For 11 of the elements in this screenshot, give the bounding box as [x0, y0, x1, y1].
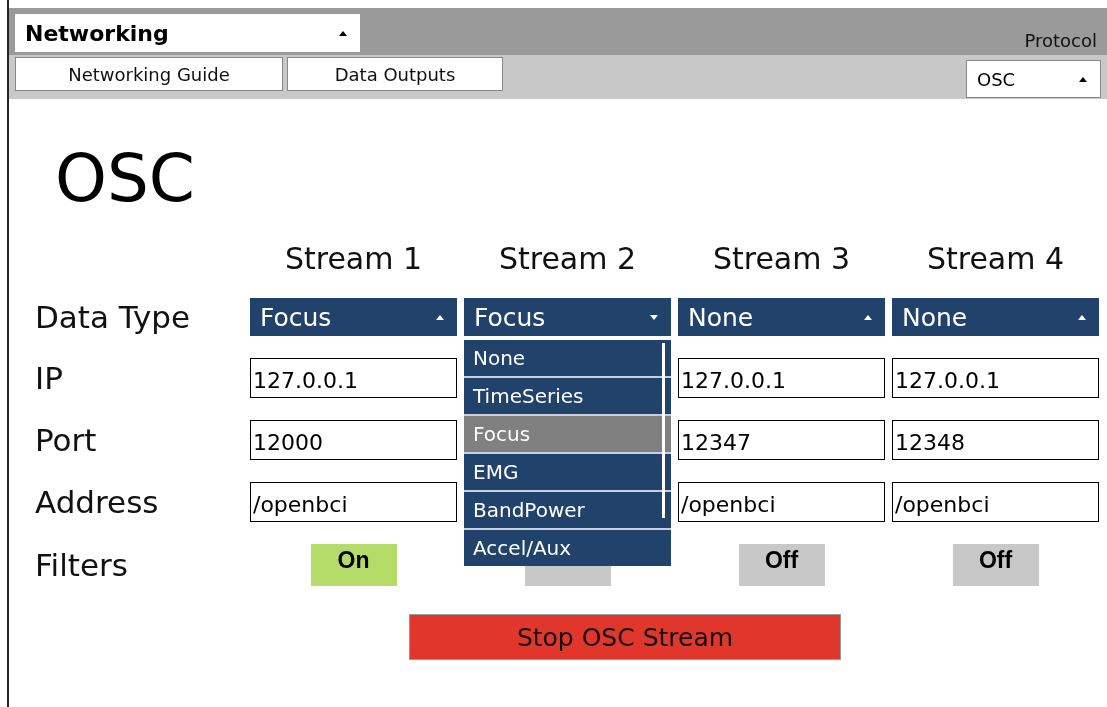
page-title: OSC — [55, 139, 195, 219]
row-label: Filters — [35, 547, 128, 583]
stream-heading: Stream 4 — [926, 241, 1065, 276]
row-label: IP — [35, 360, 63, 396]
row-label: Data Type — [35, 299, 191, 335]
row-label: Address — [35, 484, 159, 520]
row-label: Port — [35, 422, 97, 458]
protocol-label: Protocol — [1024, 30, 1097, 51]
stream-heading: Stream 2 — [498, 241, 637, 276]
stream-heading: Stream 1 — [284, 241, 423, 276]
stream-heading: Stream 3 — [712, 241, 851, 276]
